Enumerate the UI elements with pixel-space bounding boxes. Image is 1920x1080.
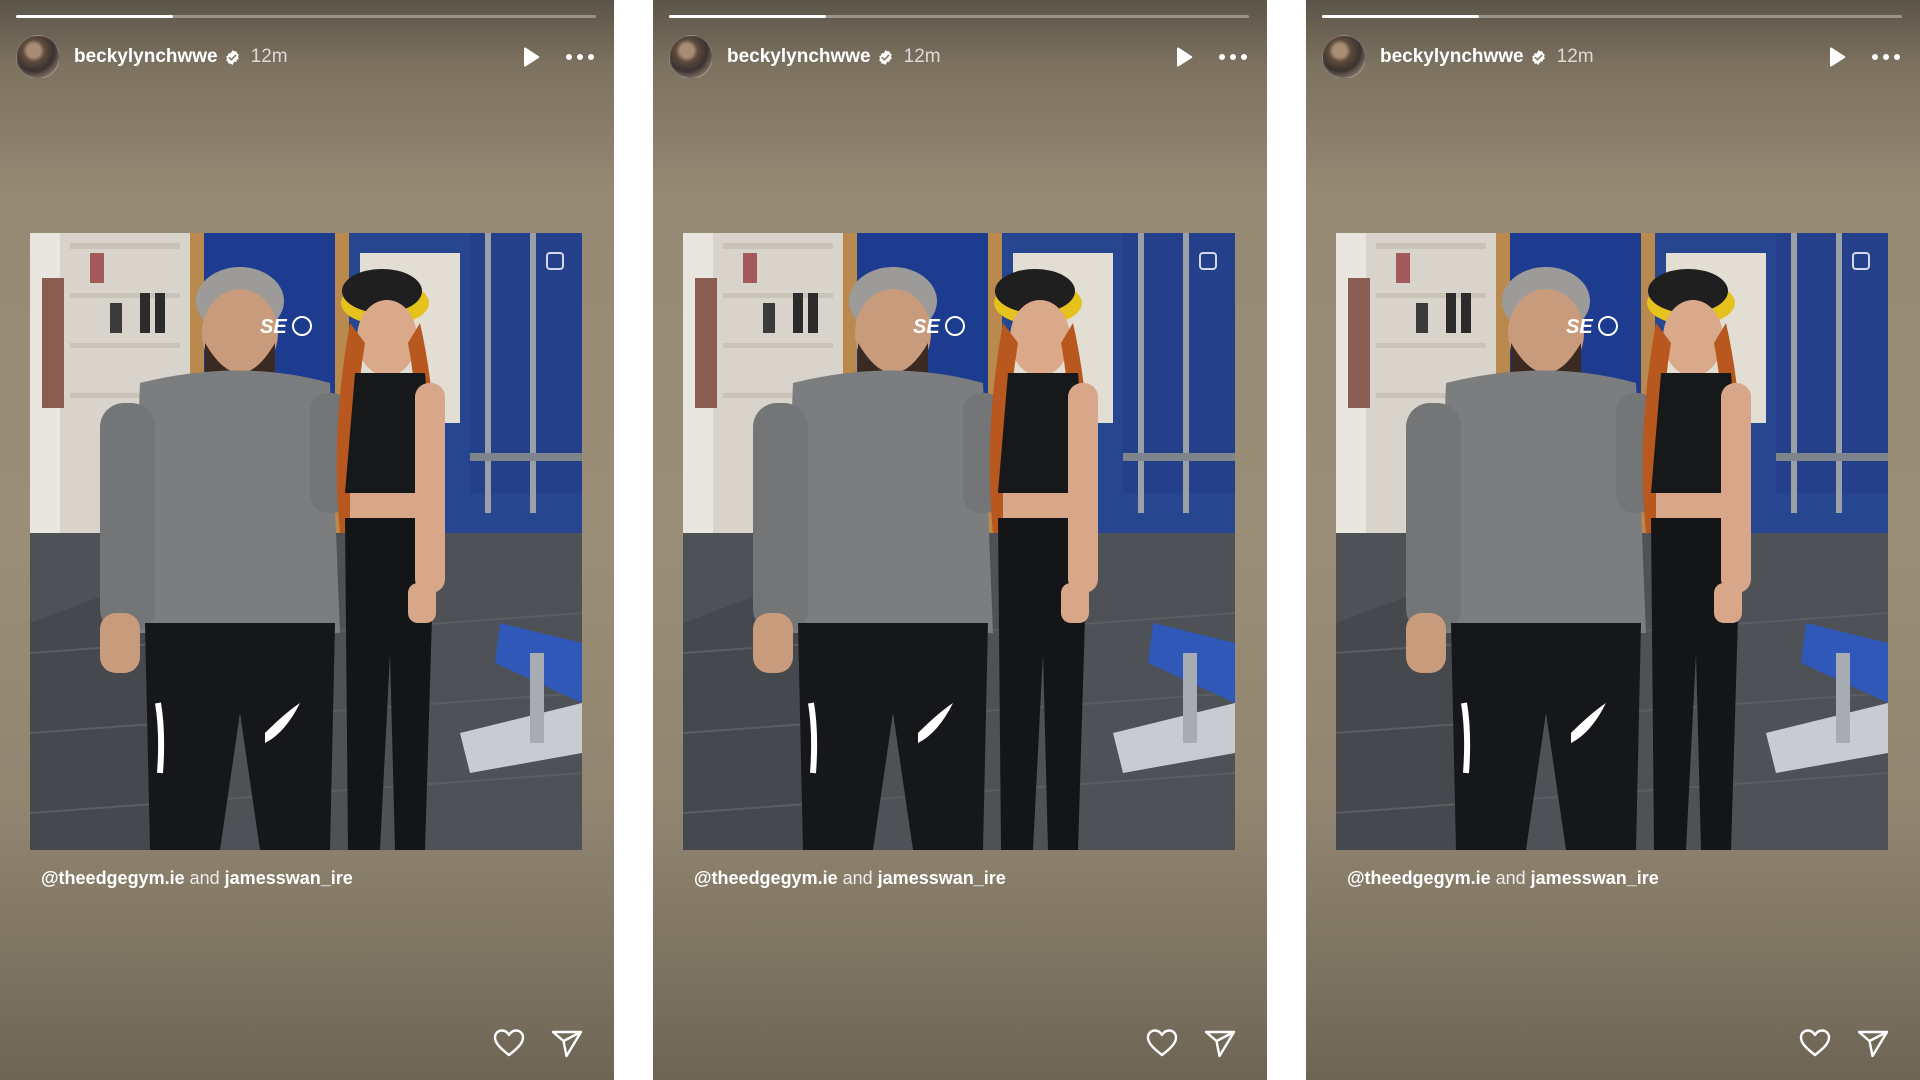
heart-icon[interactable] [492,1026,526,1060]
story-panel-1[interactable]: beckylynchwwe 12m SE @theedgegym.ie and … [0,0,614,1080]
caption-joiner: and [1495,868,1526,888]
post-time: 12m [1556,46,1594,67]
post-time: 12m [250,46,288,67]
story-panel-2[interactable]: beckylynchwwe 12m SE @theedgegym.ie and … [653,0,1267,1080]
story-actions [1145,1026,1237,1060]
play-icon[interactable] [1171,45,1195,69]
story-caption: @theedgegym.ie and jamesswan_ire [41,868,353,889]
verified-icon [225,49,239,65]
send-icon[interactable] [1203,1026,1237,1060]
story-panel-3[interactable]: beckylynchwwe 12m SE @theedgegym.ie and … [1306,0,1920,1080]
more-icon[interactable] [1870,45,1902,69]
story-progress-fill [1322,15,1479,18]
post-time: 12m [903,46,941,67]
mention-user-link[interactable]: jamesswan_ire [1531,868,1659,888]
heart-icon[interactable] [1798,1026,1832,1060]
svg-text:SE: SE [1566,316,1593,338]
story-progress-bar [669,15,1249,18]
heart-icon[interactable] [1145,1026,1179,1060]
story-photo: SE [30,233,582,850]
avatar[interactable] [16,35,60,79]
caption-joiner: and [189,868,220,888]
username[interactable]: beckylynchwwe [74,46,218,68]
story-progress-bar [16,15,596,18]
send-icon[interactable] [1856,1026,1890,1060]
mention-gym-link[interactable]: @theedgegym.ie [694,868,838,888]
caption-joiner: and [842,868,873,888]
mention-gym-link[interactable]: @theedgegym.ie [41,868,185,888]
story-header: beckylynchwwe 12m [669,35,1249,79]
mention-user-link[interactable]: jamesswan_ire [225,868,353,888]
story-header: beckylynchwwe 12m [1322,35,1902,79]
verified-icon [1531,49,1545,65]
story-actions [492,1026,584,1060]
send-icon[interactable] [550,1026,584,1060]
story-photo: SE [1336,233,1888,850]
story-caption: @theedgegym.ie and jamesswan_ire [1347,868,1659,889]
story-progress-fill [16,15,173,18]
more-icon[interactable] [564,45,596,69]
story-progress-fill [669,15,826,18]
story-caption: @theedgegym.ie and jamesswan_ire [694,868,1006,889]
play-icon[interactable] [1824,45,1848,69]
story-header: beckylynchwwe 12m [16,35,596,79]
more-icon[interactable] [1217,45,1249,69]
username[interactable]: beckylynchwwe [727,46,871,68]
mention-user-link[interactable]: jamesswan_ire [878,868,1006,888]
mention-gym-link[interactable]: @theedgegym.ie [1347,868,1491,888]
username[interactable]: beckylynchwwe [1380,46,1524,68]
story-actions [1798,1026,1890,1060]
svg-text:SE: SE [260,316,287,338]
story-progress-bar [1322,15,1902,18]
avatar[interactable] [669,35,713,79]
avatar[interactable] [1322,35,1366,79]
verified-icon [878,49,892,65]
story-photo: SE [683,233,1235,850]
play-icon[interactable] [518,45,542,69]
svg-text:SE: SE [913,316,940,338]
